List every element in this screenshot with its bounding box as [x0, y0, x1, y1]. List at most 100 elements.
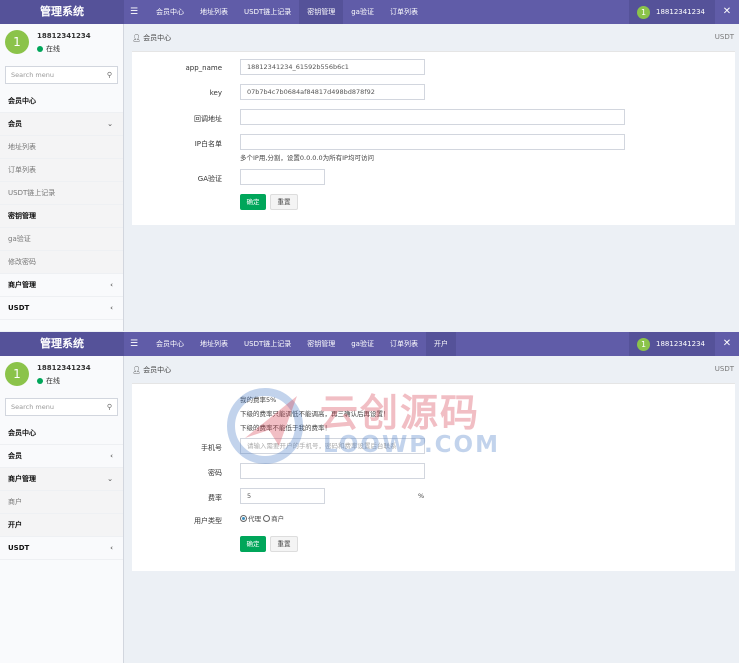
sidebar-item-label: 会员中心	[8, 97, 36, 105]
user-panel: 1 18812341234 在线	[0, 24, 123, 62]
online-dot-icon	[37, 45, 43, 52]
close-icon[interactable]: ✕	[715, 332, 739, 356]
chevron-icon[interactable]: ⌄	[107, 468, 113, 491]
chevron-icon[interactable]: ‹	[110, 537, 113, 560]
rate-field[interactable]: 5	[240, 488, 325, 504]
confirm-button[interactable]: 确定	[240, 536, 266, 552]
top-nav-item[interactable]: 订单列表	[382, 332, 426, 356]
top-nav: 会员中心 地址列表 USDT链上记录 密钥管理 ga验证 订单列表 开户	[148, 332, 456, 356]
sidebar-item-label: 会员中心	[8, 429, 36, 437]
online-status: 在线	[37, 376, 60, 386]
sidebar-item-label: 会员	[8, 452, 22, 460]
sidebar-menu: 会员中心 会员 ‹ 商户管理 ⌄ 商户 开户 USDT ‹	[0, 422, 123, 560]
confirm-button[interactable]: 确定	[240, 194, 266, 210]
key-field[interactable]: 07b7b4c7b0684af84817d498bd878f92	[240, 84, 425, 100]
chevron-icon[interactable]: ‹	[110, 445, 113, 468]
rate-unit: %	[418, 492, 425, 500]
top-nav-item[interactable]: ga验证	[343, 0, 382, 24]
rate-label: 费率	[208, 494, 222, 502]
top-nav-item[interactable]: 密钥管理	[299, 0, 344, 24]
hamburger-icon[interactable]: ☰	[130, 0, 138, 24]
password-field[interactable]	[240, 463, 425, 479]
sidebar-item[interactable]: 开户	[0, 514, 123, 537]
sidebar-item-label: USDT链上记录	[8, 189, 56, 197]
sidebar-item[interactable]: ga验证	[0, 228, 123, 251]
search-input[interactable]: Search menu ⚲	[5, 398, 118, 416]
sidebar-item[interactable]: USDT ‹	[0, 297, 123, 320]
phone-label: 手机号	[201, 444, 222, 452]
reset-button[interactable]: 重置	[270, 194, 298, 210]
sidebar-item[interactable]: USDT链上记录	[0, 182, 123, 205]
breadcrumb-label[interactable]: 会员中心	[143, 366, 171, 374]
ip-whitelist-help: 多个IP用,分割，设置0.0.0.0为所有IP均可访问	[240, 154, 374, 162]
screen-open-account: 管理系统 ☰ 会员中心 地址列表 USDT链上记录 密钥管理 ga验证 订单列表 开户 1 …	[0, 332, 739, 663]
top-nav-item[interactable]: 会员中心	[148, 0, 192, 24]
chevron-icon[interactable]: ⌄	[107, 113, 113, 136]
online-status: 在线	[37, 44, 60, 54]
sidebar-item[interactable]: 商户管理 ⌄	[0, 468, 123, 491]
top-nav-item[interactable]: 密钥管理	[299, 332, 343, 356]
search-icon[interactable]: ⚲	[107, 399, 112, 415]
user-icon: 👤︎	[132, 34, 141, 42]
breadcrumb-right: USDT	[714, 365, 734, 373]
user-type-label: 用户类型	[194, 517, 222, 525]
close-icon[interactable]: ✕	[715, 0, 739, 24]
top-nav-item[interactable]: USDT链上记录	[236, 332, 299, 356]
radio-unchecked-icon[interactable]	[263, 515, 271, 522]
sidebar-menu: 会员中心会员 ⌄ 地址列表 订单列表 USDT链上记录密钥管理 ga验证 修改密码 商户管理 ‹…	[0, 90, 123, 320]
hamburger-icon[interactable]: ☰	[130, 332, 138, 356]
chevron-icon[interactable]: ‹	[110, 274, 113, 297]
sidebar-item[interactable]: 会员中心	[0, 90, 123, 113]
sidebar-item[interactable]: 修改密码	[0, 251, 123, 274]
chevron-icon[interactable]: ‹	[110, 297, 113, 320]
top-nav-item[interactable]: 地址列表	[192, 0, 236, 24]
sidebar-item[interactable]: 商户	[0, 491, 123, 514]
search-icon[interactable]: ⚲	[107, 67, 112, 83]
brand-logo[interactable]: 管理系统	[0, 332, 124, 356]
avatar: 1	[637, 337, 650, 351]
rate-limit-notice: 下级的费率不能低于我的费率！	[240, 424, 331, 432]
phone-field[interactable]: 请输入需要开户的手机号，密码和费率设置后台联系	[240, 438, 425, 454]
sidebar-item[interactable]: 订单列表	[0, 159, 123, 182]
avatar: 1	[637, 5, 650, 19]
sidebar-item-label: 会员	[8, 120, 22, 128]
sidebar-item[interactable]: 地址列表	[0, 136, 123, 159]
user-name: 18812341234	[37, 364, 91, 372]
sidebar-item[interactable]: 会员 ‹	[0, 445, 123, 468]
user-type-agent[interactable]: 代理	[240, 515, 261, 523]
user-type-agent-label: 代理	[248, 515, 261, 523]
sidebar-item-label: USDT	[8, 304, 30, 312]
sidebar-item[interactable]: USDT ‹	[0, 537, 123, 560]
key-label: key	[209, 89, 222, 97]
user-type-merchant[interactable]: 商户	[263, 515, 284, 523]
avatar: 1	[5, 362, 29, 386]
sidebar-item[interactable]: 商户管理 ‹	[0, 274, 123, 297]
sidebar-item[interactable]: 会员中心	[0, 422, 123, 445]
brand-logo[interactable]: 管理系统	[0, 0, 124, 24]
ga-code-field[interactable]	[240, 169, 325, 185]
top-nav-item[interactable]: 地址列表	[192, 332, 236, 356]
topbar: 管理系统 ☰ 会员中心 地址列表 USDT链上记录 密钥管理 ga验证 订单列表 开户 1 …	[0, 332, 739, 356]
online-dot-icon	[37, 377, 43, 384]
user-menu[interactable]: 1 18812341234	[629, 0, 715, 24]
top-nav-item[interactable]: ga验证	[343, 332, 382, 356]
app-name-field[interactable]: 18812341234_61592b556b6c1	[240, 59, 425, 75]
top-nav-item[interactable]: 开户	[425, 332, 456, 356]
sidebar-item[interactable]: 密钥管理	[0, 205, 123, 228]
top-nav-item[interactable]: 订单列表	[382, 0, 426, 24]
sidebar-item-label: 开户	[8, 521, 22, 529]
top-nav-item[interactable]: USDT链上记录	[236, 0, 299, 24]
callback-url-field[interactable]	[240, 109, 625, 125]
radio-checked-icon[interactable]	[240, 515, 247, 522]
reset-button[interactable]: 重置	[270, 536, 298, 552]
top-nav-item[interactable]: 会员中心	[148, 332, 192, 356]
open-account-form: 我的费率5% 下级的费率只能调低不能调高，再三确认后再设置！ 下级的费率不能低于…	[132, 383, 735, 571]
search-input[interactable]: Search menu ⚲	[5, 66, 118, 84]
ip-whitelist-field[interactable]	[240, 134, 625, 150]
breadcrumb-label[interactable]: 会员中心	[143, 34, 171, 42]
user-name: 18812341234	[37, 32, 91, 40]
user-menu[interactable]: 1 18812341234	[629, 332, 715, 356]
sidebar-item[interactable]: 会员 ⌄	[0, 113, 123, 136]
sidebar: 1 18812341234 在线 Search menu ⚲ 会员中心 会员 ‹ 商户…	[0, 356, 124, 663]
breadcrumb-right: USDT	[714, 33, 734, 41]
